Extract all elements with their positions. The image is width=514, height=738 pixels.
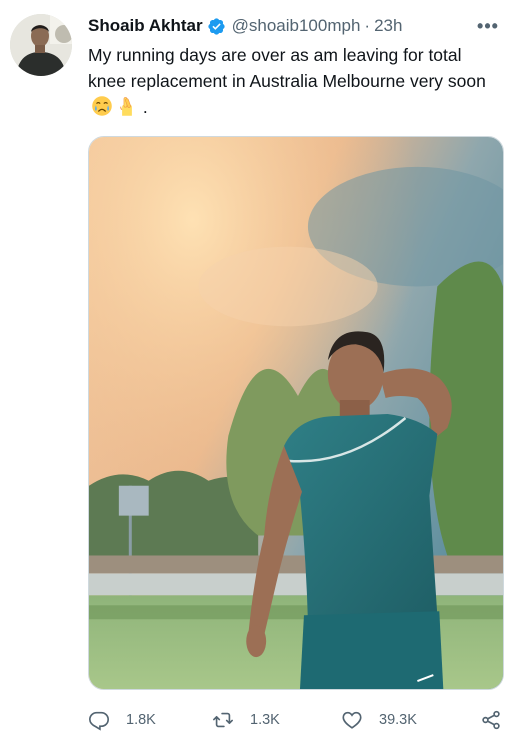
share-button[interactable] <box>480 706 502 734</box>
like-count: 39.3K <box>379 712 417 728</box>
tweet-body: My running days are over as am leaving f… <box>88 45 486 91</box>
heart-icon <box>342 711 362 729</box>
more-options-icon[interactable]: ••• <box>476 14 500 38</box>
retweet-icon <box>213 712 233 728</box>
tweet-timestamp[interactable]: 23h <box>374 16 402 36</box>
reply-button[interactable]: 1.8K <box>88 706 156 734</box>
tweet-photo[interactable] <box>88 136 504 690</box>
photo-image <box>89 137 503 689</box>
separator-dot: · <box>364 16 371 35</box>
tweet-actions: 1.8K 1.3K 39.3K <box>88 706 508 734</box>
reply-icon <box>89 711 109 731</box>
tweet-text: My running days are over as am leaving f… <box>88 42 500 120</box>
crossed-fingers-emoji-icon <box>120 97 132 116</box>
reply-count: 1.8K <box>126 712 156 728</box>
author-name[interactable]: Shoaib Akhtar <box>88 16 203 36</box>
share-icon <box>482 710 500 730</box>
like-button[interactable]: 39.3K <box>341 706 417 734</box>
tweet-header: Shoaib Akhtar @shoaib100mph · 23h ••• <box>88 14 504 38</box>
crying-face-emoji-icon <box>92 96 112 116</box>
avatar-photo <box>10 14 72 76</box>
author-handle[interactable]: @shoaib100mph <box>232 16 361 36</box>
retweet-button[interactable]: 1.3K <box>212 706 280 734</box>
tweet-text-suffix: . <box>142 97 148 117</box>
tweet[interactable]: Shoaib Akhtar @shoaib100mph · 23h ••• My… <box>0 0 514 738</box>
retweet-count: 1.3K <box>250 712 280 728</box>
verified-badge-icon <box>207 17 225 35</box>
author-avatar[interactable] <box>10 14 72 76</box>
